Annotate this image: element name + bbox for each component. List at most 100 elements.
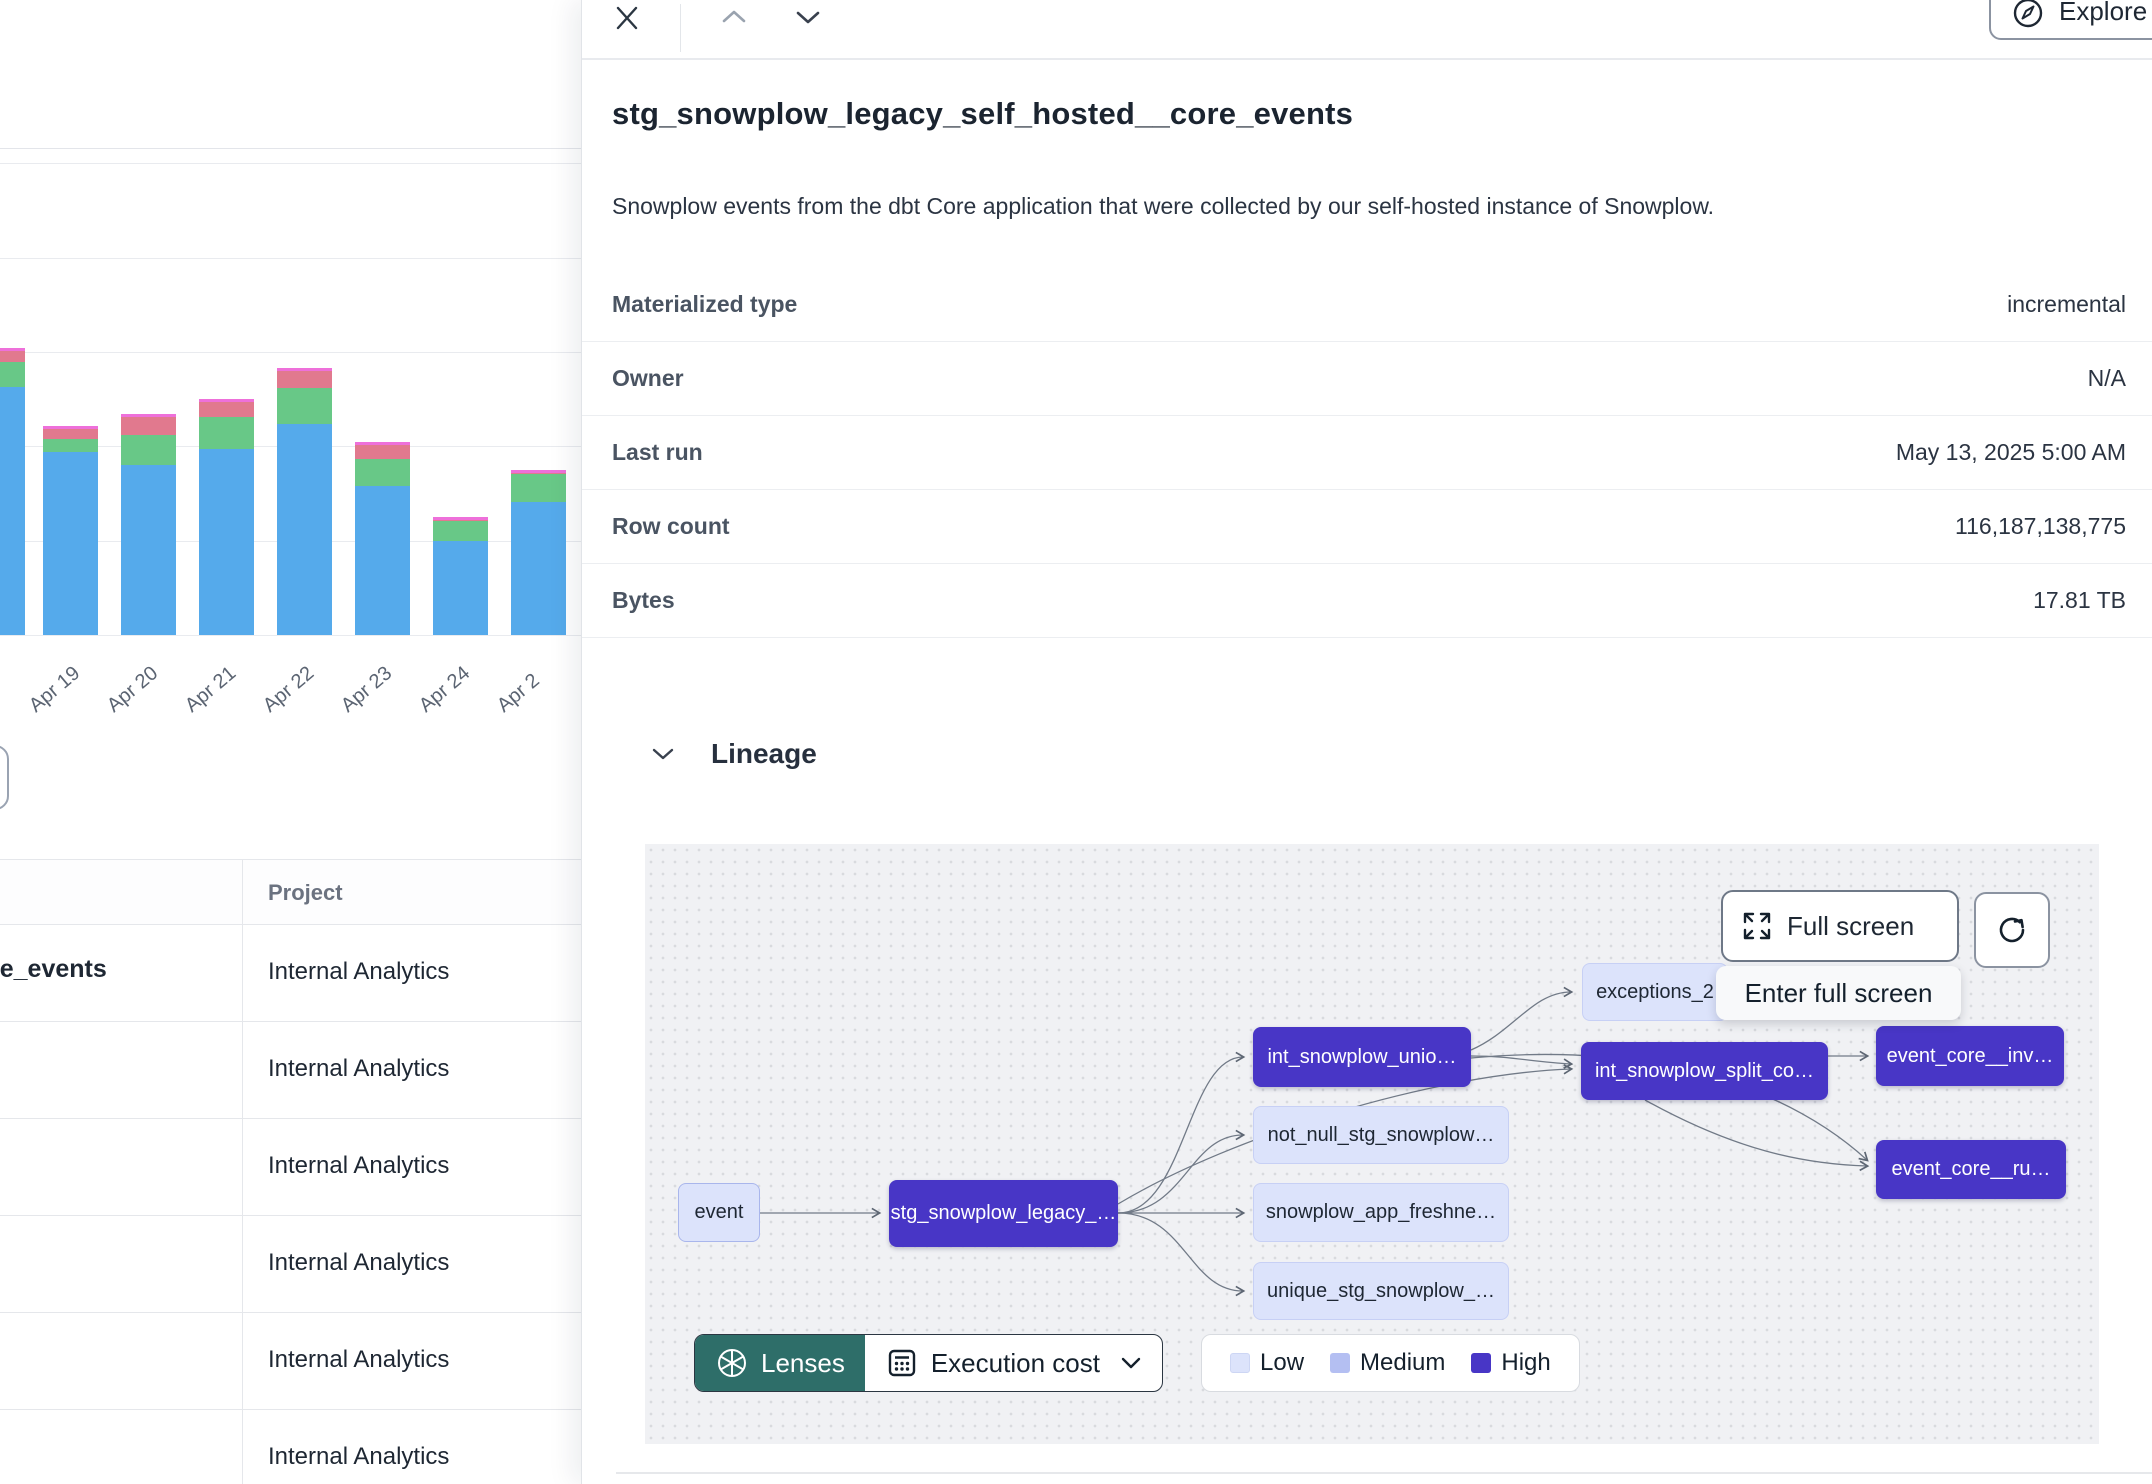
bar-apr-24-magenta[interactable] <box>433 517 488 520</box>
model-title: stg_snowplow_legacy_self_hosted__core_ev… <box>612 96 1353 132</box>
lineage-collapse-toggle[interactable] <box>650 740 682 768</box>
explore-button[interactable]: Explore <box>1989 0 2152 40</box>
bar-apr-24-blue[interactable] <box>433 541 488 635</box>
bar-apr-20-blue[interactable] <box>121 465 176 635</box>
bar-apr-23-pink[interactable] <box>355 445 410 459</box>
project-cell: Internal Analytics <box>268 958 449 986</box>
bar-apr-19-magenta[interactable] <box>43 426 98 429</box>
project-cell: Internal Analytics <box>268 1152 449 1180</box>
refresh-button[interactable] <box>1974 892 2050 968</box>
close-icon <box>612 3 652 33</box>
lineage-node-stg[interactable]: stg_snowplow_legacy_… <box>889 1180 1118 1247</box>
bar-apr-19-pink[interactable] <box>43 429 98 439</box>
bar-apr-21-blue[interactable] <box>199 449 254 635</box>
metadata-value: 17.81 TB <box>2033 587 2126 614</box>
metadata-label: Row count <box>612 513 730 540</box>
chart-gridline <box>0 163 581 164</box>
lens-selected-label: Execution cost <box>931 1348 1100 1379</box>
lineage-node-not_null[interactable]: not_null_stg_snowplow… <box>1253 1106 1509 1164</box>
bar-apr-20-green[interactable] <box>121 435 176 465</box>
legend-item-low: Low <box>1230 1349 1304 1377</box>
chart-gridline <box>0 635 581 636</box>
legend-swatch <box>1330 1353 1350 1373</box>
metadata-label: Owner <box>612 365 684 392</box>
bar-apr-21-green[interactable] <box>199 417 254 449</box>
bar-apr-19-green[interactable] <box>43 439 98 452</box>
bar-apr-24-green[interactable] <box>433 521 488 541</box>
bar-apr-25-pink[interactable] <box>511 473 566 474</box>
table-row[interactable]: Internal Analytics <box>0 1216 581 1313</box>
table-header-row: Project <box>0 859 581 925</box>
metadata-label: Bytes <box>612 587 675 614</box>
chevron-down-icon <box>650 745 682 763</box>
x-axis-tick-label: Apr 21 <box>181 662 241 718</box>
bar-apr-21-pink[interactable] <box>199 402 254 417</box>
lineage-node-event[interactable]: event <box>678 1183 760 1242</box>
fullscreen-button[interactable]: Full screen <box>1721 890 1959 962</box>
metadata-row: Row count116,187,138,775 <box>582 490 2152 564</box>
bar-apr-24-pink[interactable] <box>433 520 488 521</box>
metadata-row: Materialized typeincremental <box>582 268 2152 342</box>
cost-legend: Low Medium High <box>1201 1334 1580 1392</box>
table-row[interactable]: Internal Analytics <box>0 1313 581 1410</box>
bar-apr-22-pink[interactable] <box>277 371 332 388</box>
compass-icon <box>2011 0 2045 28</box>
x-axis-tick-label: Apr 24 <box>415 662 475 718</box>
bar-apr-22-green[interactable] <box>277 388 332 424</box>
project-cell: Internal Analytics <box>268 1443 449 1471</box>
previous-item-button[interactable] <box>720 2 754 32</box>
lenses-control: Lenses Execution cost <box>694 1334 1163 1392</box>
lineage-node-ev_inv[interactable]: event_core__inv… <box>1876 1026 2064 1086</box>
lineage-node-int_unio[interactable]: int_snowplow_unio… <box>1253 1027 1471 1087</box>
bar-apr-23-green[interactable] <box>355 459 410 486</box>
bar-apr-22-blue[interactable] <box>277 424 332 635</box>
explore-button-label: Explore <box>2059 0 2147 27</box>
metadata-row: Owner N/A <box>582 342 2152 416</box>
close-button[interactable] <box>612 0 652 36</box>
lineage-node-unique[interactable]: unique_stg_snowplow_… <box>1253 1262 1509 1320</box>
next-item-button[interactable] <box>794 2 828 32</box>
refresh-icon <box>1994 912 2030 948</box>
topbar-divider <box>680 4 681 52</box>
table-row[interactable]: Internal Analytics <box>0 1022 581 1119</box>
fullscreen-button-label: Full screen <box>1787 911 1914 942</box>
metadata-value: incremental <box>2007 291 2126 318</box>
metadata-label: Last run <box>612 439 703 466</box>
bar-apr-18-magenta[interactable] <box>0 348 25 351</box>
legend-swatch <box>1230 1353 1250 1373</box>
bar-apr-25-blue[interactable] <box>511 502 566 635</box>
lineage-canvas[interactable]: event stg_snowplow_legacy_… int_snowplow_u… <box>645 844 2099 1444</box>
table-row[interactable]: Internal Analytics <box>0 1119 581 1216</box>
table-row[interactable]: re_eventsInternal Analytics <box>0 925 581 1022</box>
bar-apr-18-green[interactable] <box>0 362 25 387</box>
lineage-node-freshness[interactable]: snowplow_app_freshne… <box>1253 1183 1509 1242</box>
legend-label: High <box>1501 1349 1550 1377</box>
chevron-down-icon <box>1120 1355 1142 1371</box>
lineage-node-int_split[interactable]: int_snowplow_split_co… <box>1581 1042 1828 1100</box>
project-column-header: Project <box>268 880 343 906</box>
bar-apr-25-magenta[interactable] <box>511 470 566 473</box>
lens-select[interactable]: Execution cost <box>865 1335 1162 1391</box>
bar-apr-19-blue[interactable] <box>43 452 98 635</box>
bar-apr-22-magenta[interactable] <box>277 368 332 371</box>
bar-apr-18-pink[interactable] <box>0 351 25 362</box>
clipped-filter-pill[interactable] <box>0 745 9 810</box>
metadata-value: N/A <box>2088 365 2126 392</box>
bar-apr-21-magenta[interactable] <box>199 399 254 402</box>
table-row[interactable]: Internal Analytics <box>0 1410 581 1484</box>
bar-apr-18-blue[interactable] <box>0 387 25 635</box>
bar-apr-20-magenta[interactable] <box>121 414 176 417</box>
calculator-icon <box>885 1346 919 1380</box>
fullscreen-tooltip: Enter full screen <box>1716 966 1961 1020</box>
bar-apr-23-blue[interactable] <box>355 486 410 635</box>
lenses-button[interactable]: Lenses <box>695 1335 865 1391</box>
bar-apr-25-green[interactable] <box>511 474 566 502</box>
lineage-node-ev_ru[interactable]: event_core__ru… <box>1876 1140 2066 1199</box>
bar-apr-20-pink[interactable] <box>121 417 176 435</box>
bar-apr-23-magenta[interactable] <box>355 442 410 445</box>
x-axis-tick-label: Apr 22 <box>259 662 319 718</box>
legend-label: Medium <box>1360 1349 1445 1377</box>
lineage-node-exceptions[interactable]: exceptions_2 <box>1582 963 1728 1021</box>
metadata-row: Bytes 17.81 TB <box>582 564 2152 638</box>
drawer-topbar: Explore <box>582 0 2152 60</box>
